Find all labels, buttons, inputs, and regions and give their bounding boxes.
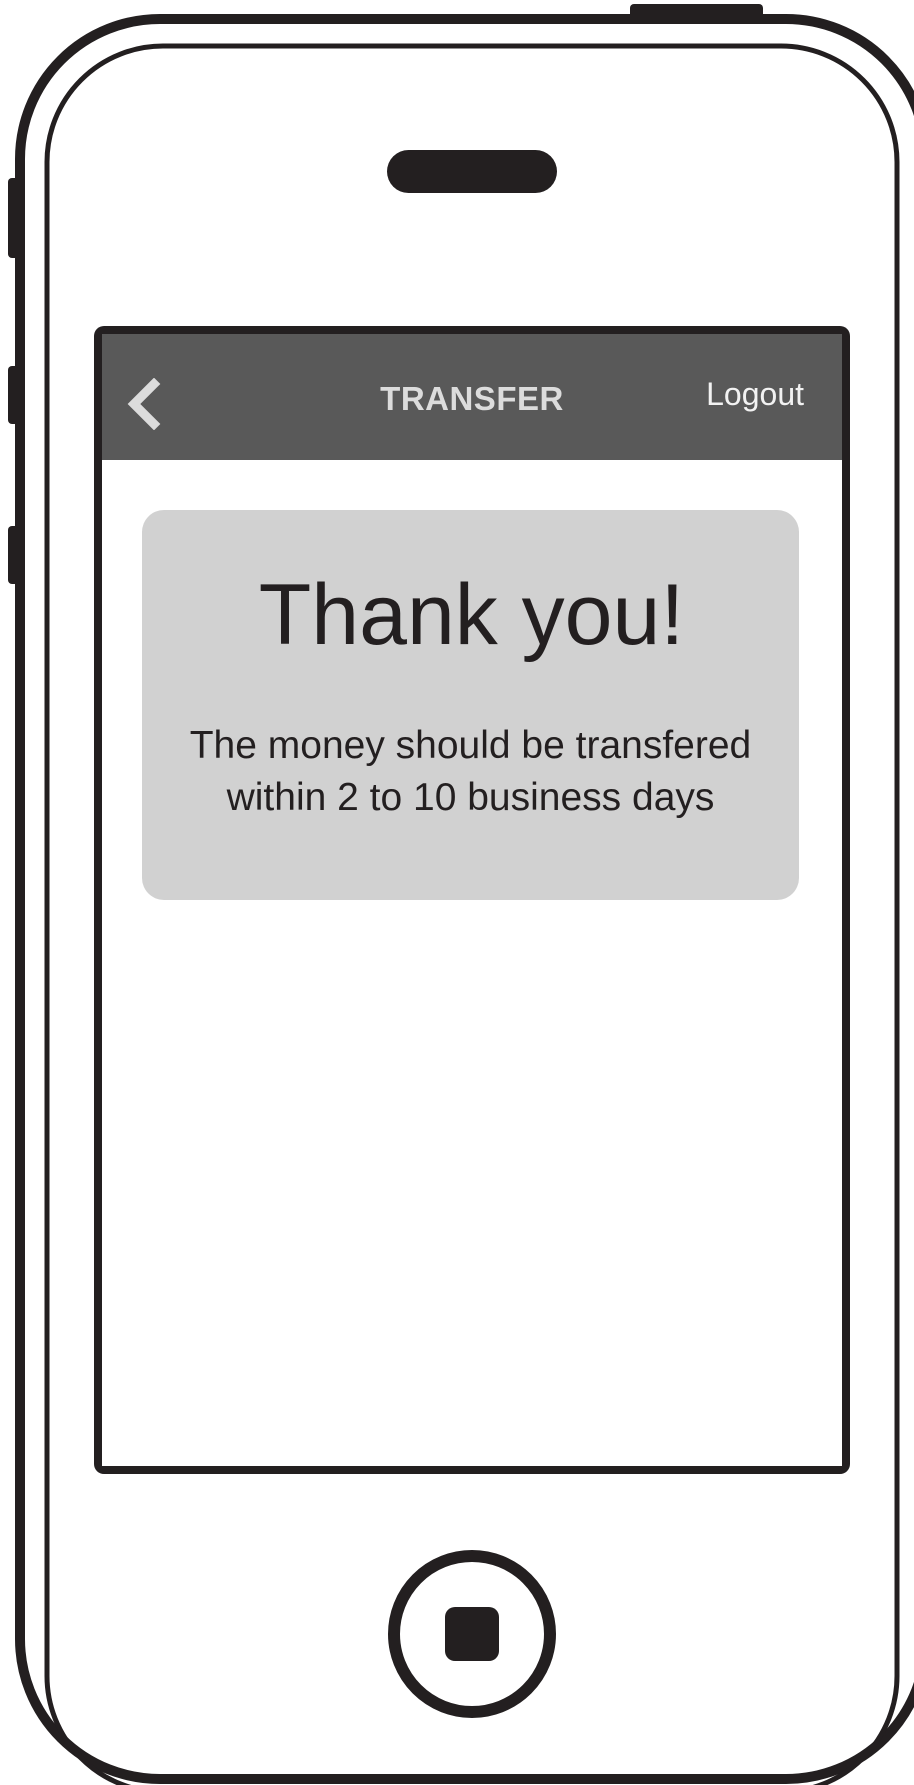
app-screen: TRANSFER Logout Thank you! The money sho… — [102, 334, 842, 1466]
confirmation-card: Thank you! The money should be transfere… — [142, 510, 799, 900]
logout-button[interactable]: Logout — [706, 376, 804, 413]
navigation-bar: TRANSFER Logout — [102, 334, 842, 460]
confirmation-message: The money should be transfered within 2 … — [142, 720, 799, 824]
confirmation-message-line-1: The money should be transfered — [189, 724, 752, 767]
earpiece-speaker — [387, 150, 557, 193]
confirmation-heading: Thank you! — [258, 567, 685, 663]
confirmation-message-line-2: within 2 to 10 business days — [226, 776, 715, 819]
home-button-square — [445, 1607, 499, 1661]
